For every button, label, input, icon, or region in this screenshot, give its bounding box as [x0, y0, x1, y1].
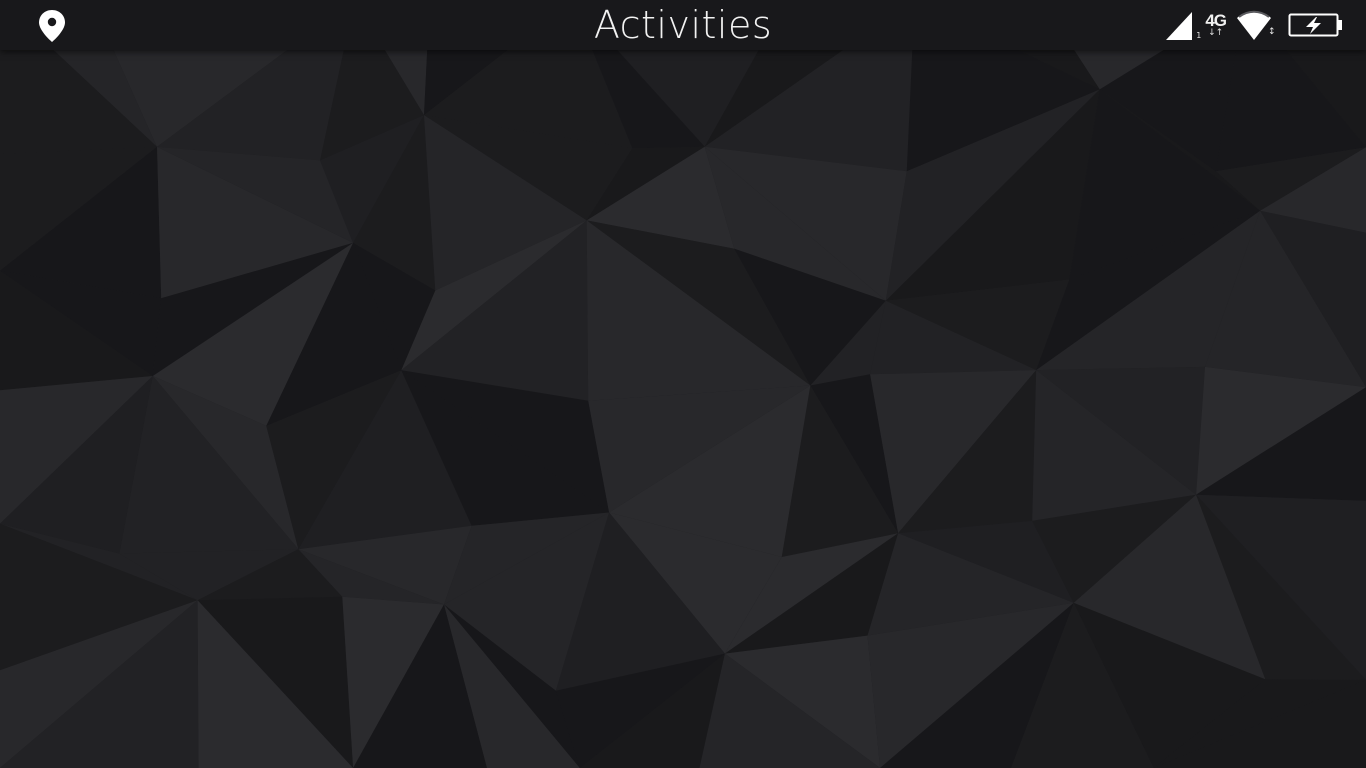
wifi-icon: ↕ [1237, 10, 1276, 40]
top-bar: Activities 1 4G ↓↑ ↕ [0, 0, 1366, 50]
wifi-activity-arrows: ↕ [1268, 27, 1276, 37]
data-activity-arrows: ↓↑ [1208, 28, 1224, 38]
cellular-signal-icon [1166, 12, 1193, 40]
status-area[interactable]: 1 4G ↓↑ ↕ [1158, 6, 1344, 44]
network-type-label: 4G [1205, 11, 1227, 30]
battery-indicator[interactable] [1288, 11, 1344, 39]
activities-button[interactable]: Activities [594, 3, 772, 47]
desktop: Activities 1 4G ↓↑ ↕ [0, 0, 1366, 768]
wallpaper-background [0, 0, 1366, 768]
network-type-indicator[interactable]: 4G ↓↑ [1205, 11, 1227, 38]
location-pin-icon [39, 10, 65, 42]
cellular-indicator[interactable]: 1 [1164, 8, 1201, 42]
battery-charging-icon [1288, 13, 1342, 37]
wifi-indicator[interactable]: ↕ [1236, 8, 1276, 42]
sim-index-label: 1 [1196, 30, 1202, 40]
location-button[interactable] [36, 8, 68, 44]
